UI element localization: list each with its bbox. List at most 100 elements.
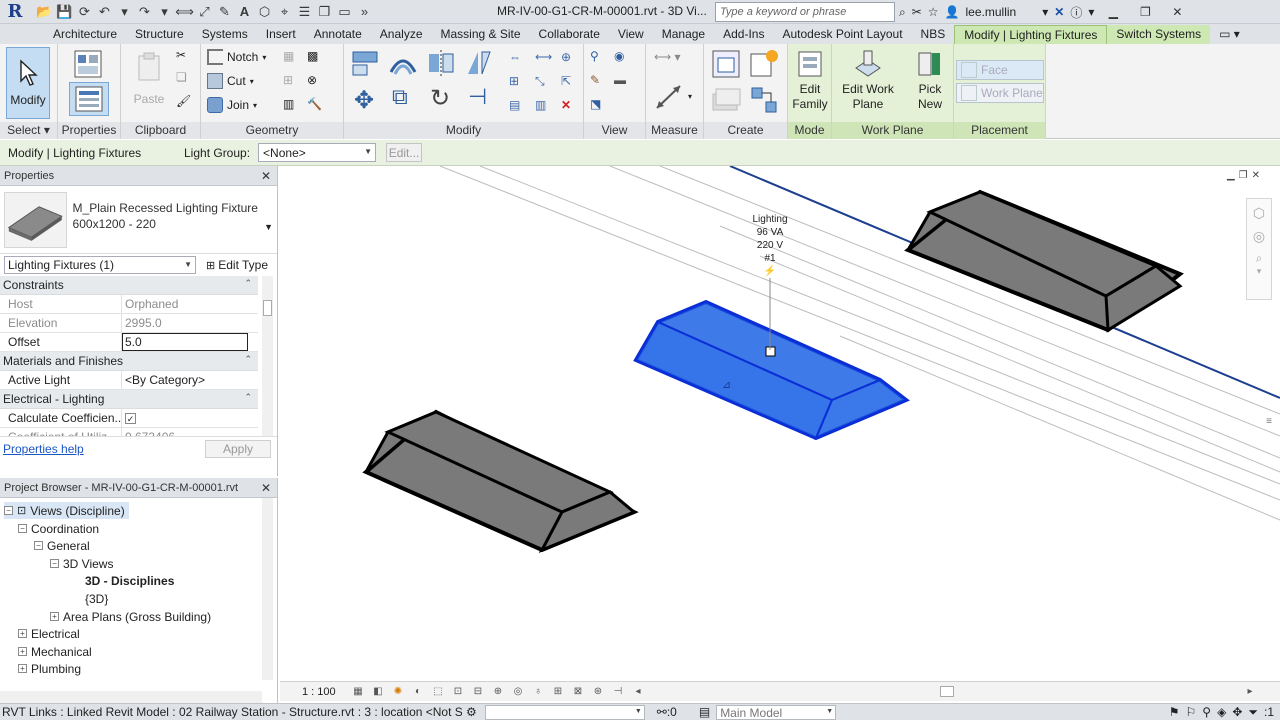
paint-icon[interactable]: ▩ bbox=[307, 49, 325, 67]
tree-node-mechanical[interactable]: + Mechanical bbox=[18, 643, 92, 660]
undo-dropdown-icon[interactable]: ▾ bbox=[116, 3, 133, 20]
align-icon[interactable] bbox=[350, 48, 380, 78]
expand-toggle-icon[interactable]: + bbox=[18, 647, 27, 656]
paint-view-icon[interactable]: ⬔ bbox=[590, 97, 608, 115]
highlight-displacement-icon[interactable]: ⊛ bbox=[590, 685, 606, 699]
move-icon[interactable]: ✥ bbox=[354, 86, 374, 114]
pick-new-button[interactable]: Pick New bbox=[910, 48, 950, 112]
close-hidden-windows-icon[interactable]: ❐ bbox=[316, 3, 333, 20]
browser-scrollbar[interactable] bbox=[262, 498, 273, 680]
open-icon[interactable]: 📂 bbox=[36, 3, 53, 20]
tab-architecture[interactable]: Architecture bbox=[44, 25, 126, 44]
viewport-minimize-icon[interactable]: ▁ bbox=[1227, 170, 1235, 181]
tree-node-3d-views[interactable]: −3D Views bbox=[50, 555, 113, 572]
lighting-tag[interactable]: Lighting 96 VA 220 V #1 ⚡ bbox=[740, 213, 800, 278]
expand-toggle-icon[interactable]: + bbox=[18, 664, 27, 673]
type-selector-dropdown-icon[interactable]: ▼ bbox=[264, 222, 273, 232]
collapse-icon[interactable]: ⌃ bbox=[244, 354, 252, 365]
mirror-draw-axis-icon[interactable] bbox=[464, 48, 494, 78]
app-menu-button[interactable]: R bbox=[0, 0, 30, 24]
subscription-icon[interactable]: ✂ bbox=[912, 5, 922, 19]
render-icon[interactable]: ⬚ bbox=[430, 685, 446, 699]
tag-icon[interactable]: ✎ bbox=[216, 3, 233, 20]
tab-modify-lighting-fixtures[interactable]: Modify | Lighting Fixtures bbox=[954, 25, 1108, 44]
sun-path-icon[interactable]: ✺ bbox=[390, 685, 406, 699]
panel-label-select[interactable]: Select ▾ bbox=[0, 122, 57, 139]
copy-element-icon[interactable]: ⧉ bbox=[392, 84, 410, 109]
binoculars-icon[interactable]: ⌕ bbox=[899, 5, 906, 20]
select-by-face-icon[interactable]: ◈ bbox=[1217, 705, 1226, 719]
cut-scissors-icon[interactable]: ✂ bbox=[176, 48, 194, 66]
trim-extend-icon[interactable]: ⊣ bbox=[468, 84, 487, 109]
hide-in-view-icon[interactable]: ◉ bbox=[614, 49, 632, 67]
text-icon[interactable]: A bbox=[236, 3, 253, 20]
workset-select[interactable] bbox=[484, 704, 645, 720]
temp-hide-icon[interactable]: ◎ bbox=[510, 685, 526, 699]
tree-node-general[interactable]: − General bbox=[34, 537, 90, 554]
exchange-apps-icon[interactable]: ✕ bbox=[1054, 5, 1064, 19]
switch-windows-icon[interactable]: ▭ bbox=[336, 3, 353, 20]
minimize-icon[interactable]: ▁ bbox=[1100, 3, 1126, 21]
crop-view-icon[interactable]: ⊡ bbox=[450, 685, 466, 699]
collapse-icon[interactable]: ⌃ bbox=[244, 392, 252, 403]
match-type-icon[interactable]: 🖌 bbox=[176, 94, 194, 112]
help-dropdown-icon[interactable]: ▾ bbox=[1088, 5, 1094, 19]
linework-icon[interactable]: ✎ bbox=[590, 73, 608, 91]
mirror-pick-axis-icon[interactable] bbox=[426, 48, 456, 78]
sync-icon[interactable]: ⟳ bbox=[76, 3, 93, 20]
cut-button[interactable]: Cut ▾ bbox=[207, 73, 254, 89]
visual-style-icon[interactable]: ◧ bbox=[370, 685, 386, 699]
create-similar-icon[interactable] bbox=[748, 84, 780, 116]
edit-family-button[interactable]: Edit Family bbox=[790, 48, 830, 112]
tree-node-plumbing[interactable]: + Plumbing bbox=[18, 660, 81, 677]
edit-work-plane-button[interactable]: Edit Work Plane bbox=[836, 48, 900, 112]
split-element-icon[interactable]: ⟷ bbox=[535, 50, 553, 68]
properties-scrollbar[interactable] bbox=[262, 276, 273, 436]
type-properties-icon[interactable] bbox=[72, 48, 106, 80]
viewport-restore-icon[interactable]: ❐ bbox=[1239, 170, 1248, 181]
expand-toggle-icon[interactable]: + bbox=[50, 612, 59, 621]
user-dropdown-icon[interactable]: ▾ bbox=[1042, 5, 1048, 19]
create-parts-icon[interactable] bbox=[748, 48, 780, 80]
create-assembly-icon[interactable] bbox=[710, 48, 742, 80]
close-icon[interactable]: ✕ bbox=[261, 481, 271, 495]
apply-button[interactable]: Apply bbox=[205, 439, 271, 458]
collapse-toggle-icon[interactable]: − bbox=[4, 506, 13, 515]
redo-dropdown-icon[interactable]: ▾ bbox=[156, 3, 173, 20]
viewport-scroll-marker-icon[interactable]: ≡ bbox=[1266, 416, 1272, 427]
tab-insert[interactable]: Insert bbox=[257, 25, 305, 44]
trim-icon[interactable]: ▤ bbox=[509, 98, 527, 116]
lighting-fixture[interactable] bbox=[362, 409, 639, 553]
beam-join-icon[interactable]: ▥ bbox=[283, 97, 301, 115]
scroll-right-icon[interactable]: ▸ bbox=[1242, 685, 1258, 699]
offset-icon[interactable] bbox=[388, 48, 418, 78]
active-light-value[interactable]: <By Category> bbox=[122, 371, 258, 389]
tab-autodesk-point-layout[interactable]: Autodesk Point Layout bbox=[773, 25, 911, 44]
array-icon[interactable]: ⊞ bbox=[509, 74, 527, 92]
save-icon[interactable]: 💾 bbox=[56, 3, 73, 20]
scroll-left-icon[interactable]: ◂ bbox=[630, 685, 646, 699]
view-scale[interactable]: 1 : 100 bbox=[302, 686, 346, 698]
tab-collaborate[interactable]: Collaborate bbox=[530, 25, 609, 44]
default-3d-view-icon[interactable]: ⬡ bbox=[256, 3, 273, 20]
tab-switch-systems[interactable]: Switch Systems bbox=[1107, 25, 1211, 44]
3d-viewport[interactable]: ⊿ Lighting 96 VA 220 V #1 ⚡ ▁ ❐ ✕ ⬡ ◎ ⌕ … bbox=[280, 166, 1280, 681]
editing-requests-icon[interactable]: ⚯ bbox=[657, 705, 667, 719]
drag-on-selection-icon[interactable]: ✥ bbox=[1232, 705, 1242, 719]
offset-input[interactable]: 5.0 bbox=[122, 333, 248, 351]
help-icon[interactable]: ⓘ bbox=[1070, 4, 1082, 21]
lock-3d-icon[interactable]: ⊕ bbox=[490, 685, 506, 699]
viewcube-icon[interactable]: ⬡ bbox=[1247, 205, 1271, 222]
aligned-dimension-icon[interactable]: ⤢ bbox=[196, 3, 213, 20]
dimension-icon[interactable] bbox=[654, 82, 684, 112]
show-crop-icon[interactable]: ⊟ bbox=[470, 685, 486, 699]
move-small-icon[interactable]: ⇔ bbox=[509, 50, 527, 68]
properties-toggle[interactable] bbox=[69, 82, 109, 116]
create-group-icon[interactable] bbox=[710, 84, 742, 116]
override-graphics-icon[interactable]: ⚲ bbox=[590, 49, 608, 67]
join-button[interactable]: Join ▾ bbox=[207, 97, 257, 113]
scale-icon[interactable]: ⤡ bbox=[535, 74, 553, 92]
tab-analyze[interactable]: Analyze bbox=[371, 25, 432, 44]
design-options-icon[interactable]: ▤ bbox=[699, 705, 710, 719]
design-option-select[interactable]: Main Model bbox=[716, 704, 837, 720]
